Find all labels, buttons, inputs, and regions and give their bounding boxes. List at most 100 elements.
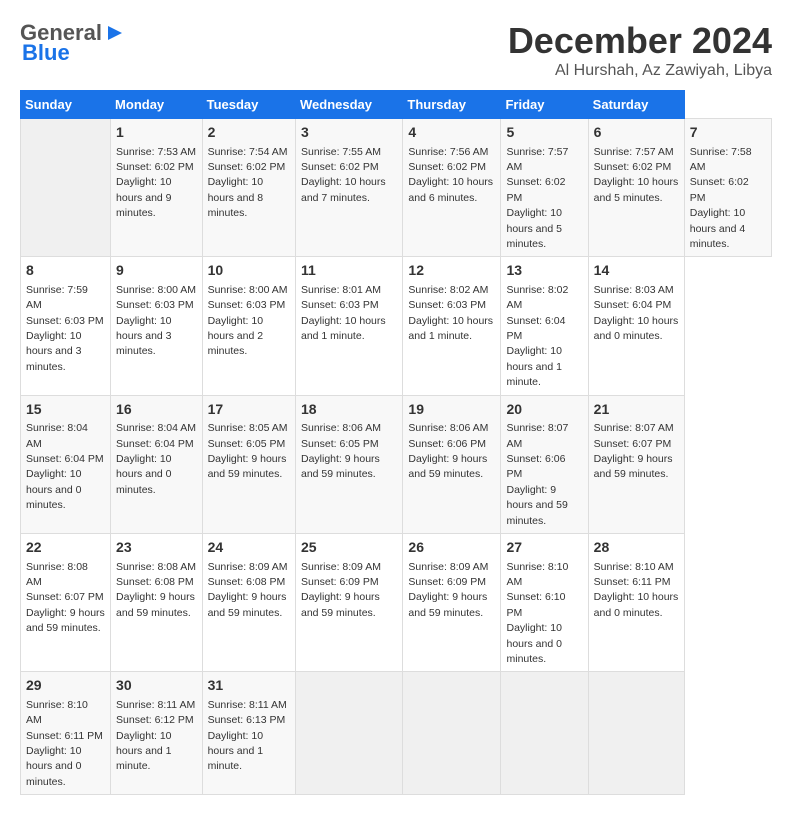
calendar-cell: 31Sunrise: 8:11 AMSunset: 6:13 PMDayligh… (202, 672, 295, 795)
cell-sunset: Sunset: 6:05 PM (301, 438, 379, 450)
cell-sunset: Sunset: 6:10 PM (506, 591, 565, 618)
day-number: 10 (208, 261, 290, 281)
day-number: 7 (690, 123, 766, 143)
calendar-cell: 25Sunrise: 8:09 AMSunset: 6:09 PMDayligh… (295, 533, 402, 671)
cell-daylight: Daylight: 10 hours and 4 minutes. (690, 207, 745, 250)
cell-sunset: Sunset: 6:06 PM (408, 438, 486, 450)
day-number: 16 (116, 400, 197, 420)
day-number: 11 (301, 261, 397, 281)
cell-sunset: Sunset: 6:08 PM (208, 576, 286, 588)
cell-sunrise: Sunrise: 8:08 AM (116, 561, 196, 573)
cell-sunrise: Sunrise: 8:11 AM (116, 699, 195, 711)
day-number: 23 (116, 538, 197, 558)
cell-daylight: Daylight: 9 hours and 59 minutes. (301, 453, 380, 480)
calendar-cell: 15Sunrise: 8:04 AMSunset: 6:04 PMDayligh… (21, 395, 111, 533)
day-number: 12 (408, 261, 495, 281)
cell-sunset: Sunset: 6:04 PM (506, 315, 565, 342)
logo-blue-text: Blue (22, 40, 70, 66)
column-header-monday: Monday (111, 91, 203, 119)
cell-sunset: Sunset: 6:04 PM (594, 299, 672, 311)
calendar-cell: 1Sunrise: 7:53 AMSunset: 6:02 PMDaylight… (111, 119, 203, 257)
day-number: 1 (116, 123, 197, 143)
cell-sunrise: Sunrise: 8:08 AM (26, 561, 88, 588)
title-block: December 2024 Al Hurshah, Az Zawiyah, Li… (508, 20, 772, 80)
cell-sunrise: Sunrise: 7:54 AM (208, 146, 288, 158)
calendar-week-row: 1Sunrise: 7:53 AMSunset: 6:02 PMDaylight… (21, 119, 772, 257)
calendar-cell: 4Sunrise: 7:56 AMSunset: 6:02 PMDaylight… (403, 119, 501, 257)
cell-sunset: Sunset: 6:09 PM (408, 576, 486, 588)
cell-daylight: Daylight: 10 hours and 5 minutes. (594, 176, 679, 203)
cell-daylight: Daylight: 9 hours and 59 minutes. (408, 591, 487, 618)
cell-sunrise: Sunrise: 8:05 AM (208, 422, 288, 434)
calendar-cell: 11Sunrise: 8:01 AMSunset: 6:03 PMDayligh… (295, 257, 402, 395)
cell-sunrise: Sunrise: 8:04 AM (26, 422, 88, 449)
cell-sunrise: Sunrise: 8:04 AM (116, 422, 196, 434)
calendar-cell: 24Sunrise: 8:09 AMSunset: 6:08 PMDayligh… (202, 533, 295, 671)
cell-sunset: Sunset: 6:03 PM (208, 299, 286, 311)
calendar-cell (21, 119, 111, 257)
column-header-wednesday: Wednesday (295, 91, 402, 119)
cell-sunset: Sunset: 6:02 PM (690, 176, 749, 203)
cell-daylight: Daylight: 9 hours and 59 minutes. (26, 607, 105, 634)
cell-sunrise: Sunrise: 8:06 AM (408, 422, 488, 434)
cell-daylight: Daylight: 9 hours and 59 minutes. (208, 591, 287, 618)
cell-daylight: Daylight: 10 hours and 3 minutes. (116, 315, 171, 358)
calendar-cell: 14Sunrise: 8:03 AMSunset: 6:04 PMDayligh… (588, 257, 684, 395)
calendar-week-row: 22Sunrise: 8:08 AMSunset: 6:07 PMDayligh… (21, 533, 772, 671)
cell-daylight: Daylight: 10 hours and 7 minutes. (301, 176, 386, 203)
calendar-cell: 16Sunrise: 8:04 AMSunset: 6:04 PMDayligh… (111, 395, 203, 533)
day-number: 8 (26, 261, 105, 281)
cell-daylight: Daylight: 10 hours and 0 minutes. (506, 622, 561, 665)
day-number: 21 (594, 400, 679, 420)
cell-sunrise: Sunrise: 8:07 AM (506, 422, 568, 449)
cell-sunrise: Sunrise: 8:07 AM (594, 422, 674, 434)
calendar-cell: 17Sunrise: 8:05 AMSunset: 6:05 PMDayligh… (202, 395, 295, 533)
cell-sunrise: Sunrise: 8:06 AM (301, 422, 381, 434)
calendar-cell: 7Sunrise: 7:58 AMSunset: 6:02 PMDaylight… (684, 119, 771, 257)
cell-sunset: Sunset: 6:03 PM (301, 299, 379, 311)
day-number: 18 (301, 400, 397, 420)
cell-daylight: Daylight: 10 hours and 1 minute. (301, 315, 386, 342)
cell-sunset: Sunset: 6:02 PM (116, 161, 194, 173)
cell-sunrise: Sunrise: 8:09 AM (408, 561, 488, 573)
day-number: 27 (506, 538, 582, 558)
calendar-cell: 29Sunrise: 8:10 AMSunset: 6:11 PMDayligh… (21, 672, 111, 795)
cell-daylight: Daylight: 10 hours and 9 minutes. (116, 176, 171, 219)
cell-sunset: Sunset: 6:02 PM (208, 161, 286, 173)
day-number: 6 (594, 123, 679, 143)
calendar-cell: 22Sunrise: 8:08 AMSunset: 6:07 PMDayligh… (21, 533, 111, 671)
cell-daylight: Daylight: 10 hours and 0 minutes. (594, 591, 679, 618)
cell-sunrise: Sunrise: 8:09 AM (208, 561, 288, 573)
calendar-cell (501, 672, 588, 795)
cell-sunset: Sunset: 6:03 PM (408, 299, 486, 311)
cell-sunset: Sunset: 6:11 PM (594, 576, 671, 588)
day-number: 28 (594, 538, 679, 558)
day-number: 30 (116, 676, 197, 696)
cell-sunset: Sunset: 6:02 PM (301, 161, 379, 173)
calendar-cell: 12 Sunrise: 8:02 AM Sunset: 6:03 PM Dayligh… (403, 257, 501, 395)
cell-daylight: Daylight: 10 hours and 1 minute. (116, 730, 171, 773)
calendar-cell: 23Sunrise: 8:08 AMSunset: 6:08 PMDayligh… (111, 533, 203, 671)
cell-sunset: Sunset: 6:09 PM (301, 576, 379, 588)
column-header-tuesday: Tuesday (202, 91, 295, 119)
cell-sunset: Sunset: 6:02 PM (408, 161, 486, 173)
cell-daylight: Daylight: 10 hours and 1 minute. (408, 315, 493, 342)
day-number: 4 (408, 123, 495, 143)
cell-daylight: Daylight: 10 hours and 0 minutes. (26, 468, 81, 511)
page-title: December 2024 (508, 20, 772, 62)
cell-sunrise: Sunrise: 8:02 AM (408, 284, 488, 296)
calendar-cell: 9Sunrise: 8:00 AMSunset: 6:03 PMDaylight… (111, 257, 203, 395)
cell-sunset: Sunset: 6:08 PM (116, 576, 194, 588)
cell-sunrise: Sunrise: 7:57 AM (594, 146, 674, 158)
cell-daylight: Daylight: 9 hours and 59 minutes. (506, 484, 567, 527)
calendar-cell: 30Sunrise: 8:11 AMSunset: 6:12 PMDayligh… (111, 672, 203, 795)
cell-sunset: Sunset: 6:06 PM (506, 453, 565, 480)
cell-sunrise: Sunrise: 8:10 AM (26, 699, 88, 726)
cell-sunset: Sunset: 6:04 PM (116, 438, 194, 450)
calendar-cell: 8Sunrise: 7:59 AMSunset: 6:03 PMDaylight… (21, 257, 111, 395)
cell-sunrise: Sunrise: 8:09 AM (301, 561, 381, 573)
calendar-header-row: SundayMondayTuesdayWednesdayThursdayFrid… (21, 91, 772, 119)
cell-daylight: Daylight: 10 hours and 5 minutes. (506, 207, 561, 250)
day-number: 15 (26, 400, 105, 420)
calendar-cell: 3Sunrise: 7:55 AMSunset: 6:02 PMDaylight… (295, 119, 402, 257)
